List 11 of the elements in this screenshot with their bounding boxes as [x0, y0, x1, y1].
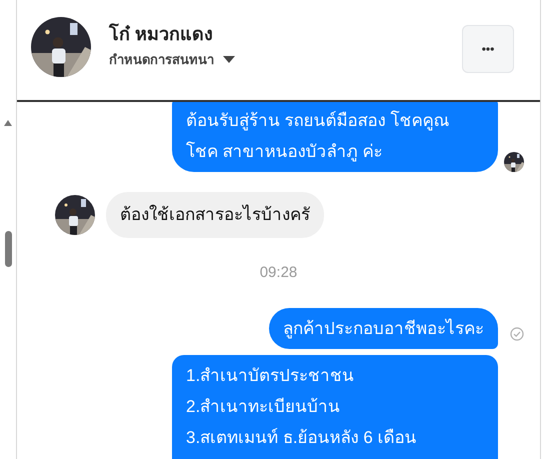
message-bubble: ต้องใช้เอกสารอะไรบ้างครั [106, 192, 324, 238]
message-bubble: 1.สำเนาบัตรประชาชน 2.สำเนาทะเบียนบ้าน 3.สเตทเมนท์ ธ.ย้อนหลัง 6 เดือน [172, 355, 498, 459]
contact-name: โก๋ หมวกแดง [109, 22, 214, 46]
message-bubble: ลูกค้าประกอบอาชีพอะไรคะ [269, 308, 498, 349]
more-options-button[interactable]: ••• [462, 25, 514, 73]
conversation-settings-dropdown[interactable]: กำหนดการสนทนา [109, 50, 235, 70]
caret-icon [223, 56, 235, 64]
timestamp: 09:28 [260, 262, 298, 282]
scroll-up-icon[interactable] [4, 120, 12, 126]
scrollbar-thumb[interactable] [4, 231, 12, 267]
message-bubble: ต้อนรับสู่ร้าน รถยนต์มือสอง โชคคูณ โชค สาขาหนองบัวลำภู ค่ะ [172, 102, 498, 172]
